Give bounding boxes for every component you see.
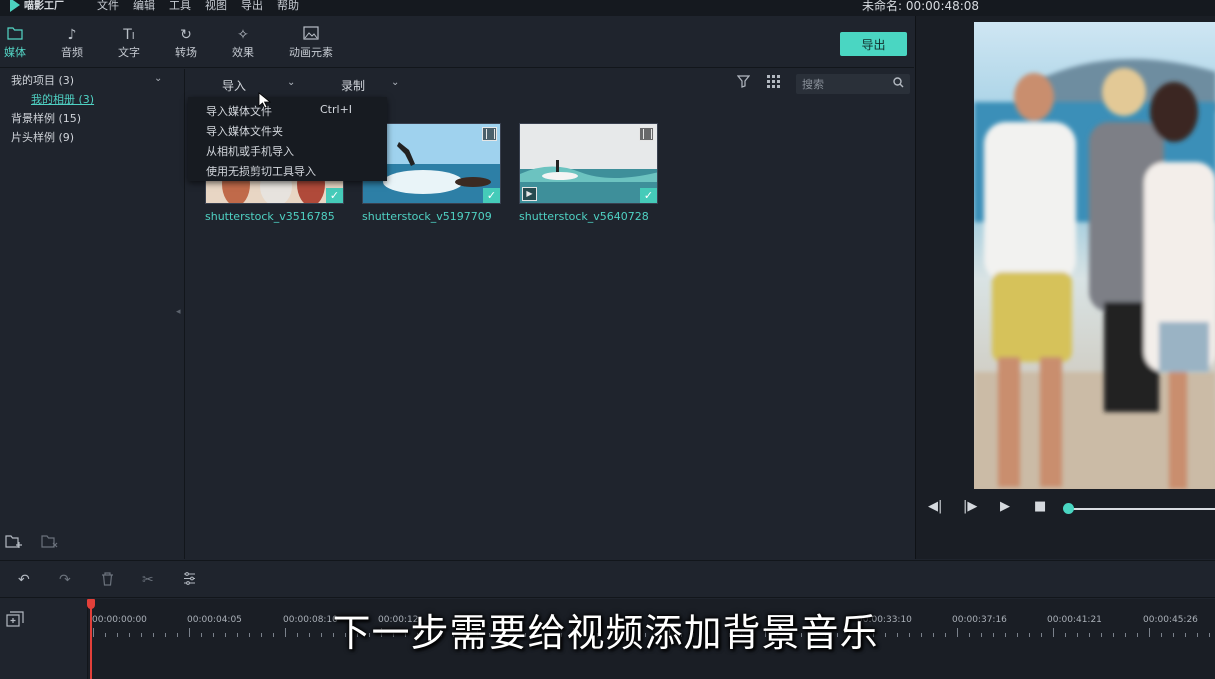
filter-icon[interactable]: [736, 75, 751, 92]
imported-check-icon: ✓: [326, 188, 343, 203]
video-clip-icon: ▶: [522, 187, 537, 201]
sidebar-item-intro-samples[interactable]: 片头样例 (9): [11, 129, 74, 145]
step-back-icon[interactable]: ◀|: [928, 499, 942, 514]
preview-video-frame[interactable]: [974, 22, 1215, 489]
menu-item-shortcut: Ctrl+I: [320, 103, 353, 116]
music-note-icon: ♪: [67, 27, 77, 43]
preview-image: [974, 22, 1215, 489]
folder-icon: [7, 26, 23, 44]
media-clip-thumbnail[interactable]: ▶ ✓: [519, 123, 658, 204]
library-sidebar: 我的项目 (3) ⌄ 我的相册 (3) 背景样例 (15) 片头样例 (9) ◂: [0, 69, 185, 559]
tab-transition[interactable]: ↻ 转场: [175, 26, 197, 60]
cut-icon[interactable]: ✂: [142, 572, 154, 588]
import-menu: 导入媒体文件 Ctrl+I 导入媒体文件夹 从相机或手机导入 使用无损剪切工具导…: [188, 97, 387, 181]
grid-view-icon[interactable]: [767, 75, 780, 92]
tab-text[interactable]: TI 文字: [118, 26, 140, 60]
playback-scrubber-handle[interactable]: [1063, 503, 1074, 514]
tab-effects[interactable]: ✧ 效果: [232, 26, 254, 60]
search-input[interactable]: [802, 76, 892, 92]
project-title: 未命名: 00:00:48:08: [862, 0, 980, 13]
sidebar-item-background-samples[interactable]: 背景样例 (15): [11, 110, 81, 126]
mouse-cursor-icon: [258, 92, 272, 109]
adjust-icon[interactable]: [183, 572, 196, 589]
app-logo: 喵影工厂: [10, 0, 64, 12]
menu-edit[interactable]: 编辑: [133, 0, 155, 13]
menu-file[interactable]: 文件: [97, 0, 119, 13]
video-type-icon: [639, 127, 654, 141]
menu-export[interactable]: 导出: [241, 0, 263, 13]
tab-text-label: 文字: [118, 46, 140, 59]
tab-elements[interactable]: 动画元素: [289, 26, 333, 60]
playback-progress-track[interactable]: [1068, 508, 1215, 510]
imported-check-icon: ✓: [640, 188, 657, 203]
media-toolbar: 导入 ⌄ 录制 ⌄: [186, 69, 914, 99]
tab-audio[interactable]: ♪ 音频: [61, 26, 83, 60]
video-subtitle-caption: 下一步需要给视频添加背景音乐: [0, 602, 1215, 657]
clip-name: shutterstock_v5197709: [362, 210, 492, 223]
delete-folder-icon[interactable]: [41, 534, 59, 553]
video-type-icon: [482, 127, 497, 141]
tab-effects-label: 效果: [232, 46, 254, 59]
clip-name: shutterstock_v5640728: [519, 210, 649, 223]
tab-elements-label: 动画元素: [289, 46, 333, 59]
redo-icon[interactable]: ↷: [59, 572, 71, 588]
video-editor-app: 喵影工厂 文件 编辑 工具 视图 导出 帮助 未命名: 00:00:48:08 …: [0, 0, 1215, 679]
playback-controls: ◀| |▶ ▶ ■: [916, 496, 1215, 526]
category-toolbar: 媒体 ♪ 音频 TI 文字 ↻ 转场 ✧ 效果 动画元素 导出: [0, 16, 914, 68]
tab-audio-label: 音频: [61, 46, 83, 59]
subtitle-text: 下一步需要给视频添加背景音乐: [332, 611, 879, 655]
tab-media-label: 媒体: [4, 46, 26, 59]
menu-item-import-media-folder[interactable]: 导入媒体文件夹: [206, 123, 283, 139]
record-dropdown[interactable]: 录制: [341, 77, 365, 94]
effects-icon: ✧: [237, 27, 249, 43]
timeline-toolbar: ↶ ↷ ✂: [0, 560, 1215, 598]
import-dropdown[interactable]: 导入: [222, 77, 246, 94]
sidebar-item-my-projects[interactable]: 我的项目 (3): [11, 72, 74, 88]
clip-name: shutterstock_v3516785: [205, 210, 335, 223]
collapse-panel-icon[interactable]: ◂: [176, 307, 181, 317]
new-folder-icon[interactable]: [5, 534, 23, 553]
delete-icon[interactable]: [101, 572, 114, 590]
tab-transition-label: 转场: [175, 46, 197, 59]
menu-view[interactable]: 视图: [205, 0, 227, 13]
menu-bar: 喵影工厂 文件 编辑 工具 视图 导出 帮助 未命名: 00:00:48:08: [0, 0, 1215, 16]
main-menu: 文件 编辑 工具 视图 导出 帮助: [97, 0, 299, 13]
menu-item-import-lossless-cutter[interactable]: 使用无损剪切工具导入: [206, 163, 316, 179]
stop-icon[interactable]: ■: [1034, 499, 1046, 514]
step-forward-icon[interactable]: |▶: [963, 499, 977, 514]
image-icon: [303, 26, 319, 44]
menu-tools[interactable]: 工具: [169, 0, 191, 13]
menu-help[interactable]: 帮助: [277, 0, 299, 13]
transition-icon: ↻: [180, 27, 192, 43]
preview-panel: ◀| |▶ ▶ ■: [915, 16, 1215, 559]
record-chevron-down-icon[interactable]: ⌄: [391, 77, 399, 88]
sidebar-item-my-album[interactable]: 我的相册 (3): [31, 91, 94, 107]
search-box: [796, 74, 910, 94]
undo-icon[interactable]: ↶: [18, 572, 30, 588]
logo-text: 喵影工厂: [24, 1, 64, 12]
search-icon[interactable]: [893, 77, 904, 91]
chevron-down-icon[interactable]: ⌄: [154, 73, 162, 84]
logo-mark-icon: [10, 0, 20, 12]
play-icon[interactable]: ▶: [1000, 499, 1010, 514]
menu-item-import-from-camera[interactable]: 从相机或手机导入: [206, 143, 294, 159]
text-icon: TI: [123, 27, 135, 43]
tab-media[interactable]: 媒体: [4, 26, 26, 60]
import-chevron-down-icon[interactable]: ⌄: [287, 77, 295, 88]
imported-check-icon: ✓: [483, 188, 500, 203]
export-button[interactable]: 导出: [840, 32, 907, 56]
clip-thumbnail-image: [520, 124, 657, 203]
